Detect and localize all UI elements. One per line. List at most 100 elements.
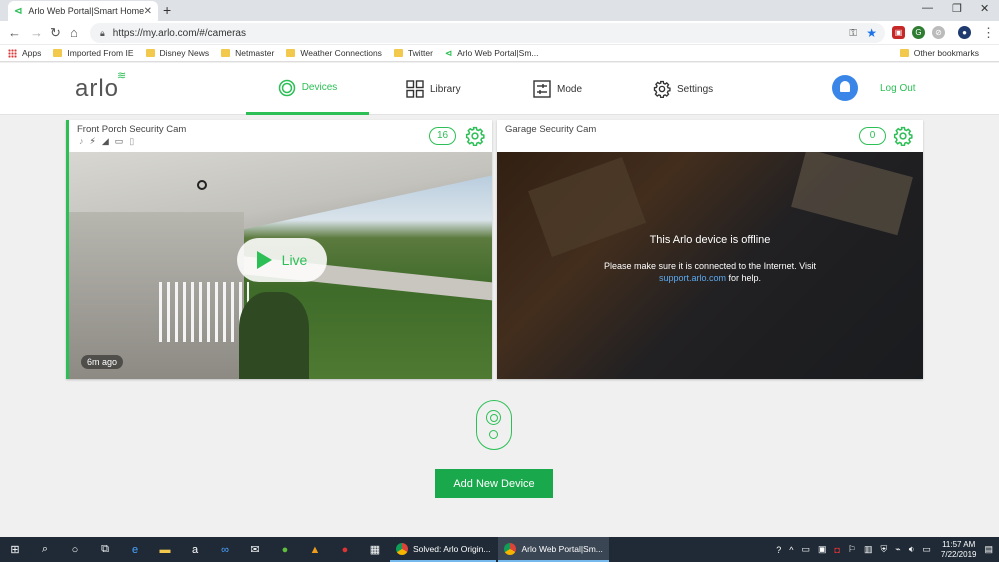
taskbar-clock[interactable]: 11:57 AM 7/22/2019: [941, 540, 977, 560]
porch-railing: [159, 282, 249, 342]
wifi-signal-icon: ◢: [101, 136, 109, 146]
notifications-bell-icon[interactable]: [832, 75, 858, 101]
add-new-device-button[interactable]: Add New Device: [435, 469, 553, 498]
green-app-icon[interactable]: ●: [277, 543, 293, 557]
offline-message: Please make sure it is connected to the …: [604, 261, 816, 283]
logout-link[interactable]: Log Out: [880, 83, 916, 94]
tray-antivirus-icon[interactable]: ◘: [834, 545, 839, 555]
tab-title: Arlo Web Portal|Smart Home Se: [28, 6, 144, 16]
profile-avatar-icon[interactable]: ●: [958, 26, 971, 39]
arlo-favicon-icon: ⊲: [444, 47, 453, 58]
infinity-app-icon[interactable]: ∞: [217, 543, 233, 557]
tray-app-icon[interactable]: ⚐: [848, 544, 856, 555]
action-center-icon[interactable]: ▤: [984, 544, 993, 555]
app-header: arlo ≋ Devices Library Mode Settings Log…: [0, 63, 999, 115]
browser-tabstrip: ⊲ Arlo Web Portal|Smart Home Se ✕ + — ❐ …: [0, 0, 999, 21]
forward-icon[interactable]: →: [30, 25, 43, 40]
home-icon[interactable]: ⌂: [70, 25, 78, 40]
restore-icon[interactable]: ❐: [952, 2, 962, 15]
store-icon[interactable]: ▦: [367, 543, 383, 557]
url-text: https://my.arlo.com/#/cameras: [112, 27, 246, 39]
extension-pocket-icon[interactable]: ▣: [892, 26, 905, 39]
cortana-icon[interactable]: ○: [67, 543, 83, 557]
tray-app-icon[interactable]: ▣: [818, 544, 827, 555]
back-icon[interactable]: ←: [8, 25, 21, 40]
apps-grid-icon: [8, 48, 17, 58]
camera-feed-garage: This Arlo device is offline Please make …: [497, 152, 923, 379]
taskbar-app-chrome-1[interactable]: Solved: Arlo Origin...: [390, 537, 497, 562]
battery-icon: ▭: [114, 136, 124, 146]
add-camera-icon: [476, 400, 512, 450]
tray-app-icon[interactable]: ▭: [801, 544, 810, 555]
bookmark-arlo[interactable]: ⊲ Arlo Web Portal|Sm...: [445, 48, 539, 59]
browser-tab[interactable]: ⊲ Arlo Web Portal|Smart Home Se ✕: [8, 1, 158, 21]
file-explorer-icon[interactable]: ▬: [157, 543, 173, 557]
windows-start-icon[interactable]: ⊞: [7, 543, 23, 557]
reload-icon[interactable]: ↻: [50, 25, 61, 41]
address-bar[interactable]: 🔒︎ https://my.arlo.com/#/cameras ⚿ ★: [90, 23, 885, 43]
bookmark-netmaster[interactable]: Netmaster: [221, 48, 274, 58]
lock-icon: 🔒︎: [100, 27, 105, 38]
red-app-icon[interactable]: ●: [337, 543, 353, 557]
clip-count-badge[interactable]: 16: [429, 127, 456, 145]
nav-mode[interactable]: Mode: [533, 63, 582, 115]
support-link[interactable]: support.arlo.com: [659, 273, 726, 283]
nav-settings[interactable]: Settings: [653, 63, 713, 115]
close-tab-icon[interactable]: ✕: [144, 6, 152, 17]
help-icon[interactable]: ?: [776, 545, 781, 555]
devices-icon: [278, 79, 295, 96]
live-button[interactable]: Live: [237, 238, 327, 282]
show-hidden-icons[interactable]: ^: [789, 545, 793, 555]
vlc-icon[interactable]: ▲: [307, 543, 323, 557]
close-window-icon[interactable]: ✕: [980, 2, 989, 15]
camera-feed-front-porch[interactable]: Live 6m ago: [69, 152, 492, 379]
tray-app-icon[interactable]: ▥: [864, 544, 873, 555]
amazon-icon[interactable]: a: [187, 543, 203, 557]
mail-icon[interactable]: ✉: [247, 543, 263, 557]
minimize-icon[interactable]: —: [922, 2, 933, 14]
camera-card-front-porch: Front Porch Security Cam ♪ ⚡︎ ◢ ▭ ▯ 16 L…: [66, 120, 492, 379]
sd-card-icon: ▯: [129, 136, 135, 146]
nav-library[interactable]: Library: [406, 63, 461, 115]
bookmark-imported-from-ie[interactable]: Imported From IE: [53, 48, 134, 58]
volume-icon[interactable]: 🔉︎: [909, 544, 915, 555]
edge-icon[interactable]: e: [127, 543, 143, 557]
library-grid-icon: [406, 80, 424, 98]
bookmark-twitter[interactable]: Twitter: [393, 48, 433, 58]
arlo-logo[interactable]: arlo ≋: [75, 70, 126, 103]
bookmarks-bar: Apps Imported From IE Disney News Netmas…: [0, 45, 999, 62]
folder-icon: [221, 49, 231, 57]
porch-light: [197, 180, 207, 190]
settings-gear-icon: [653, 80, 671, 98]
shrub: [239, 292, 309, 379]
extension-blocker-icon[interactable]: ⊘: [932, 26, 945, 39]
new-tab-button[interactable]: +: [163, 2, 171, 18]
extension-grammarly-icon[interactable]: G: [912, 26, 925, 39]
camera-settings-gear-icon[interactable]: [465, 126, 485, 146]
chrome-icon: [504, 542, 517, 555]
bookmark-weather-connections[interactable]: Weather Connections: [286, 48, 382, 58]
camera-status-icons: ♪ ⚡︎ ◢ ▭ ▯: [79, 136, 134, 147]
nav-devices[interactable]: Devices: [246, 63, 369, 115]
key-icon[interactable]: ⚿: [849, 28, 857, 39]
task-view-icon[interactable]: ⧉: [97, 543, 113, 557]
defender-icon[interactable]: ⛨: [881, 544, 888, 555]
battery-icon[interactable]: ▭: [922, 544, 931, 555]
mode-sliders-icon: [533, 80, 551, 98]
camera-card-garage: Garage Security Cam 0 This Arlo device i…: [497, 120, 923, 379]
bookmark-star-icon[interactable]: ★: [866, 26, 877, 40]
camera-name: Garage Security Cam: [505, 124, 597, 135]
network-icon[interactable]: ⌁: [895, 544, 900, 555]
clip-count-badge[interactable]: 0: [859, 127, 886, 145]
search-icon[interactable]: ⌕: [37, 543, 53, 557]
bookmark-apps[interactable]: Apps: [8, 48, 41, 58]
folder-icon: [286, 49, 296, 57]
last-update-time: 6m ago: [81, 355, 124, 369]
folder-icon: [145, 49, 155, 57]
camera-settings-gear-icon[interactable]: [893, 126, 913, 146]
other-bookmarks[interactable]: Other bookmarks: [899, 48, 979, 58]
menu-icon[interactable]: ⋮: [982, 25, 995, 41]
taskbar-app-chrome-2[interactable]: Arlo Web Portal|Sm...: [498, 537, 609, 562]
play-icon: [256, 251, 272, 269]
bookmark-disney-news[interactable]: Disney News: [145, 48, 209, 58]
